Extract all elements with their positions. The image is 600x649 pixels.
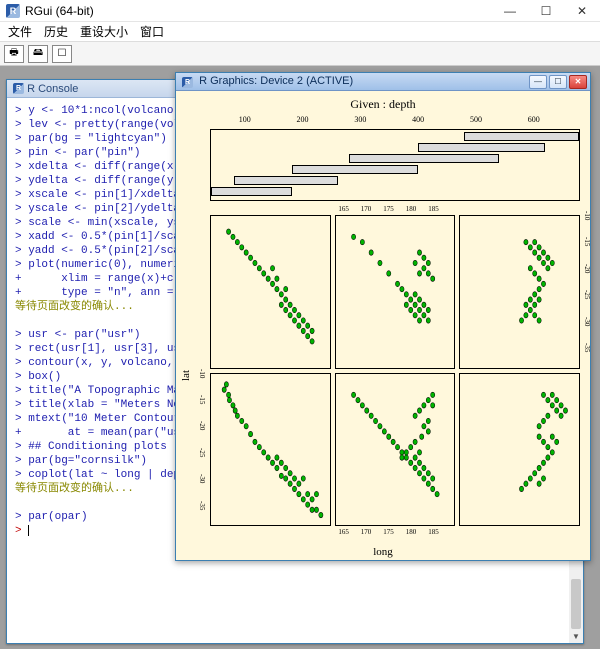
scroll-thumb[interactable] [571,579,581,629]
close-button[interactable]: ✕ [564,0,600,22]
graphics-icon: R [182,77,193,88]
graphics-title: R Graphics: Device 2 (ACTIVE) [199,75,353,87]
menu-file[interactable]: 文件 [8,23,32,40]
y-axis-label: lat [180,370,192,381]
app-titlebar: R RGui (64-bit) — ☐ ✕ [0,0,600,22]
panel-grid [210,215,580,526]
scatter-panel [210,215,331,369]
shingle-box [210,129,580,201]
plot-title: Given : depth [176,97,590,112]
app-title: RGui (64-bit) [25,4,94,18]
minimize-button[interactable]: — [492,0,528,22]
print-icon[interactable]: 🖶 [4,45,24,63]
maximize-button[interactable]: ☐ [528,0,564,22]
scatter-panel [459,373,580,527]
menu-history[interactable]: 历史 [44,23,68,40]
graphics-maximize-button[interactable]: ☐ [549,75,567,89]
graphics-window[interactable]: R R Graphics: Device 2 (ACTIVE) — ☐ ✕ Gi… [175,72,591,561]
save-icon[interactable]: 🖴 [28,45,48,63]
scatter-panel [210,373,331,527]
menu-resize[interactable]: 重设大小 [80,23,128,40]
console-title: R Console [27,83,78,95]
scatter-panel [459,215,580,369]
app-icon: R [6,4,20,18]
window-icon[interactable]: ☐ [52,45,72,63]
plot-area: Given : depth 100200300400500600 lat lon… [176,91,590,562]
console-icon: R [13,83,24,94]
depth-axis: 100200300400500600 [210,115,580,125]
scatter-panel [335,215,456,369]
x-axis-label: long [176,546,590,558]
menu-window[interactable]: 窗口 [140,23,164,40]
menubar: 文件 历史 重设大小 窗口 [0,22,600,42]
graphics-titlebar[interactable]: R R Graphics: Device 2 (ACTIVE) — ☐ ✕ [176,73,590,91]
mdi-area: R R Console > y <- 10*1:ncol(volcano) > … [0,66,600,649]
scatter-panel [335,373,456,527]
toolbar: 🖶 🖴 ☐ [0,42,600,66]
scroll-down-icon[interactable]: ▼ [569,629,583,643]
graphics-close-button[interactable]: ✕ [569,75,587,89]
graphics-minimize-button[interactable]: — [529,75,547,89]
